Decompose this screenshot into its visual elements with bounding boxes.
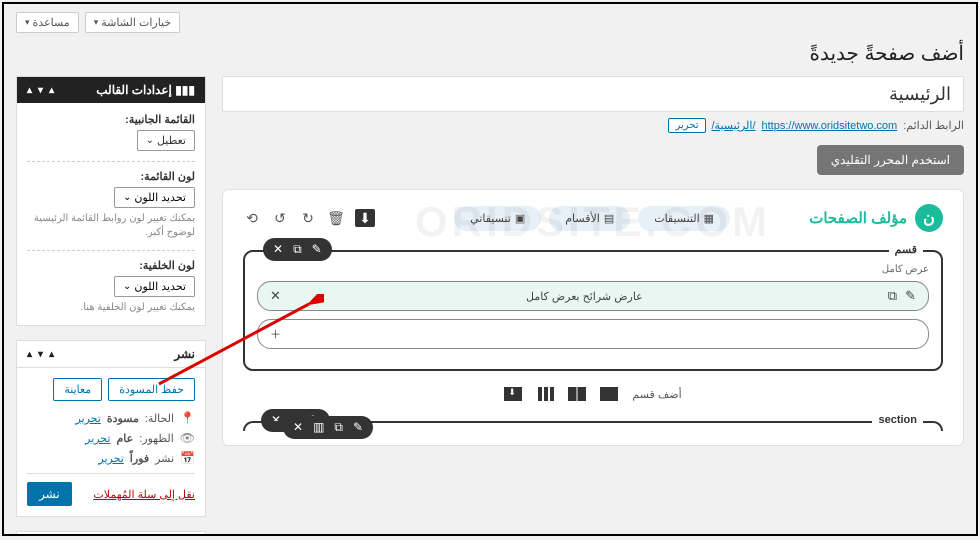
status-edit-link[interactable]: تحرير [75, 412, 100, 425]
section-label: قسم [889, 243, 923, 256]
bg-color-hint: يمكنك تغيير لون الخلفية هنا. [27, 301, 195, 315]
menu-color-button[interactable]: تحديد اللون [114, 187, 195, 208]
page-attributes-panel: خصائص الصفحة ▴▾▴ [16, 531, 206, 536]
side-menu-select[interactable]: تعطيل [137, 130, 195, 151]
frow-edit-icon[interactable]: ✎ [353, 420, 363, 435]
title-input[interactable] [222, 76, 964, 112]
permalink-url[interactable]: https://www.oridsitetwo.com [762, 120, 898, 132]
eye-icon: 👁 [180, 431, 195, 445]
row-close-icon[interactable]: ✕ [270, 288, 281, 304]
edit-section-icon[interactable]: ✎ [312, 242, 322, 257]
page-builder: ORIDSITE.COM ن مؤلف الصفحات ▦ التنسيقات … [222, 189, 964, 446]
permalink-edit-button[interactable]: تحرير [668, 118, 705, 133]
row-title: عارض شرائح بعرض كامل [526, 290, 643, 303]
frow-cols-icon[interactable]: ▥ [313, 420, 324, 435]
builder-brand: ن مؤلف الصفحات [809, 204, 943, 232]
schedule-edit-link[interactable]: تحرير [98, 452, 123, 465]
menu-color-label: لون القائمة: [27, 170, 195, 183]
frow-copy-icon[interactable]: ⧉ [334, 420, 343, 435]
permalink-slug[interactable]: /الرئيسية/ [712, 119, 756, 132]
tab-my-formats[interactable]: ▣ تنسيقاتي [454, 206, 541, 231]
panel-down-icon[interactable]: ▾ [38, 85, 43, 96]
pub-down-icon[interactable]: ▾ [38, 349, 43, 360]
layout-third-icon[interactable] [536, 387, 554, 401]
calendar-icon: 📅 [180, 451, 195, 465]
save-draft-button[interactable]: حفظ المسودة [108, 378, 195, 401]
add-row-icon[interactable]: ＋ [270, 326, 281, 342]
layout-half-icon[interactable] [568, 387, 586, 401]
slider-row[interactable]: ✎ ⧉ عارض شرائح بعرض كامل ✕ [257, 281, 929, 311]
permalink-label: الرابط الدائم: [903, 119, 964, 132]
tab-formats[interactable]: ▦ التنسيقات [638, 206, 730, 231]
copy-section-icon[interactable]: ⧉ [293, 242, 302, 257]
section2-label: section [872, 414, 923, 426]
add-row-bar[interactable]: ＋ [257, 319, 929, 349]
save-icon[interactable]: ⬇ [355, 209, 375, 227]
theme-icon: ▮▮▮ [175, 83, 195, 97]
layout-full-icon[interactable] [600, 387, 618, 401]
section-toolbar: ✎ ⧉ ✕ [263, 238, 332, 261]
section-subtitle: عرض كامل [257, 264, 929, 275]
publish-button[interactable]: نشر [27, 482, 72, 506]
delete-section-icon[interactable]: ✕ [273, 242, 283, 257]
publish-panel: نشر ▴▾▴ حفظ المسودة معاينة 📍الحالة: مسود… [16, 340, 206, 517]
visibility-edit-link[interactable]: تحرير [85, 432, 110, 445]
pin-icon: 📍 [180, 411, 195, 425]
trash-link[interactable]: نقل إلى سلة المُهملات [93, 488, 195, 501]
trash-icon[interactable]: 🗑 [327, 209, 345, 227]
brand-logo-icon: ن [915, 204, 943, 232]
panel-toggle-icon[interactable]: ▴ [27, 85, 32, 96]
menu-color-hint: يمكنك تغيير لون روابط القائمة الرئيسية ل… [27, 212, 195, 240]
bg-color-button[interactable]: تحديد اللون [114, 276, 195, 297]
side-menu-label: القائمة الجانبية: [27, 113, 195, 126]
pub-up-icon[interactable]: ▴ [49, 349, 54, 360]
permalink-row: الرابط الدائم: https://www.oridsitetwo.c… [222, 118, 964, 133]
redo-icon[interactable]: ↻ [299, 209, 317, 227]
history-icon[interactable]: ⟲ [243, 209, 261, 227]
row-edit-icon[interactable]: ✎ [905, 288, 916, 304]
page-title: أضف صفحةً جديدةً [16, 41, 964, 66]
floating-row-toolbar: ✎ ⧉ ▥ ✕ [283, 416, 373, 439]
tab-sections[interactable]: ▤ الأقسام [549, 206, 630, 231]
bg-color-label: لون الخلفية: [27, 259, 195, 272]
pub-toggle-icon[interactable]: ▴ [27, 349, 32, 360]
section-block: قسم ✎ ⧉ ✕ عرض كامل ✎ ⧉ عارض شرائح بعرض ك… [243, 250, 943, 371]
panel-up-icon[interactable]: ▴ [49, 85, 54, 96]
layout-import-icon[interactable] [504, 387, 522, 401]
undo-icon[interactable]: ↺ [271, 209, 289, 227]
help-tab[interactable]: مساعدة [16, 12, 79, 33]
theme-settings-panel: ▮▮▮ إعدادات القالب ▴▾▴ القائمة الجانبية:… [16, 76, 206, 326]
frow-close-icon[interactable]: ✕ [293, 420, 303, 435]
add-section-bar: أضف قسم [243, 387, 943, 401]
row-copy-icon[interactable]: ⧉ [888, 288, 897, 304]
classic-editor-button[interactable]: استخدم المحرر التقليدي [817, 145, 964, 175]
add-section-label: أضف قسم [632, 388, 681, 401]
screen-options-tab[interactable]: خيارات الشاشة [85, 12, 180, 33]
preview-button[interactable]: معاينة [53, 378, 102, 401]
